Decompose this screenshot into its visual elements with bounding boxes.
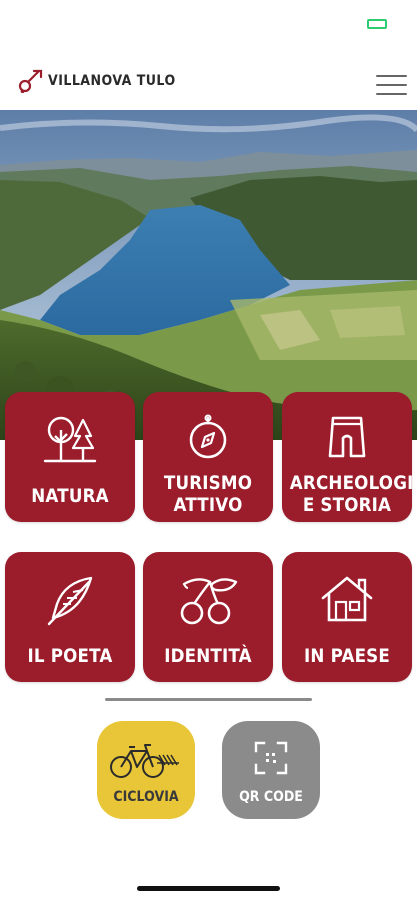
nuraghe-icon — [328, 416, 366, 458]
hamburger-menu-button[interactable] — [376, 75, 407, 97]
tile-label: NATURA — [31, 485, 109, 507]
battery-icon — [367, 19, 387, 29]
tile-natura[interactable]: NATURA — [5, 392, 135, 522]
tile-label-line1: ARCHEOLOGIA — [289, 472, 417, 494]
menu-line-icon — [376, 75, 407, 77]
feather-icon — [47, 576, 93, 626]
tile-label: IN PAESE — [304, 645, 390, 667]
tile-label-line1: TURISMO — [163, 472, 253, 494]
tile-turismo-attivo[interactable]: TURISMO ATTIVO — [143, 392, 273, 522]
tile-il-poeta[interactable]: IL POETA — [5, 552, 135, 682]
tile-in-paese[interactable]: IN PAESE — [282, 552, 412, 682]
section-divider — [105, 698, 312, 701]
qr-code-label: QR CODE — [239, 789, 303, 805]
cherries-icon — [180, 578, 238, 625]
app-logo: VILLANOVA TULO — [16, 67, 190, 95]
app-name: VILLANOVA TULO — [48, 73, 176, 89]
house-icon — [321, 576, 373, 622]
logo-icon — [18, 69, 43, 93]
hero-landscape-image — [0, 110, 417, 440]
tile-label-line2: ATTIVO — [173, 494, 243, 516]
ciclovia-button[interactable]: CICLOVIA — [97, 721, 195, 819]
tile-label: IDENTITÀ — [164, 645, 252, 667]
tile-archeologia-e-storia[interactable]: ARCHEOLOGIA E STORIA — [282, 392, 417, 522]
menu-line-icon — [376, 93, 407, 95]
ciclovia-label: CICLOVIA — [113, 789, 179, 805]
tile-identita[interactable]: IDENTITÀ — [143, 552, 273, 682]
menu-line-icon — [376, 84, 407, 86]
compass-icon — [189, 414, 227, 459]
qr-code-button[interactable]: QR CODE — [222, 721, 320, 819]
bicycle-icon — [110, 744, 179, 778]
status-bar — [0, 0, 417, 50]
app-header: VILLANOVA TULO — [0, 55, 417, 110]
tile-label-line2: E STORIA — [302, 494, 392, 516]
qr-scan-icon — [254, 741, 288, 775]
trees-icon — [43, 416, 97, 463]
home-indicator[interactable] — [137, 886, 280, 891]
tile-label: IL POETA — [27, 645, 113, 667]
